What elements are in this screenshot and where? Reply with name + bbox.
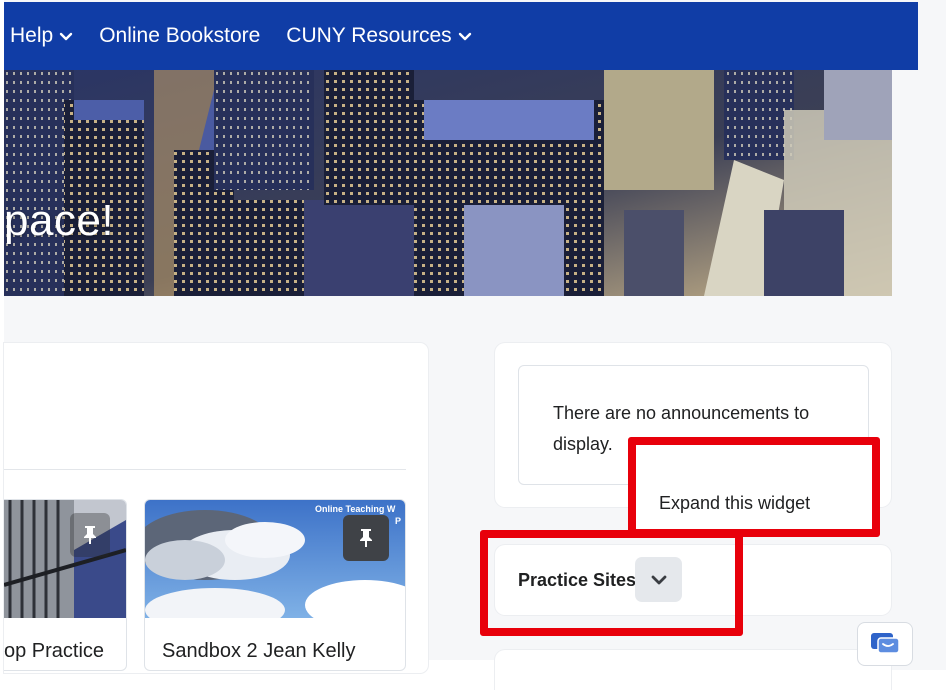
pin-icon <box>84 526 96 544</box>
chat-icon <box>871 633 900 654</box>
chevron-down-icon <box>458 32 471 41</box>
city-skyline-image <box>4 70 892 296</box>
nav-help[interactable]: Help <box>10 24 73 48</box>
top-navbar: Help Online Bookstore CUNY Resources <box>4 2 918 70</box>
right-gutter <box>892 70 946 670</box>
nav-help-label: Help <box>10 24 54 47</box>
expand-widget-label: Expand this widget <box>659 493 811 513</box>
course-image-watermark: Online Teaching W <box>315 504 396 514</box>
practice-sites-highlight <box>480 530 743 636</box>
chat-button[interactable] <box>857 622 913 666</box>
course-tile[interactable]: Online Teaching W P Sandbox 2 Jean Kelly <box>144 499 406 671</box>
pin-icon <box>360 529 372 547</box>
divider <box>4 469 406 470</box>
hero-banner: pace! <box>4 70 892 296</box>
pin-button[interactable] <box>70 513 110 557</box>
nav-cuny-resources[interactable]: CUNY Resources <box>286 24 471 48</box>
next-widget <box>495 650 891 690</box>
pin-button[interactable] <box>343 515 389 561</box>
nav-online-bookstore[interactable]: Online Bookstore <box>99 24 260 48</box>
nav-bookstore-label: Online Bookstore <box>99 24 261 47</box>
nav-cuny-label: CUNY Resources <box>286 24 452 47</box>
course-tile[interactable]: op Practice <box>4 499 127 671</box>
course-title: Sandbox 2 Jean Kelly <box>162 640 356 662</box>
expand-widget-tooltip: Expand this widget <box>628 437 880 537</box>
course-image-watermark-line2: P <box>395 516 402 526</box>
hero-welcome-title: pace! <box>4 196 115 245</box>
chevron-down-icon <box>60 32 73 41</box>
course-title: op Practice <box>4 640 105 662</box>
